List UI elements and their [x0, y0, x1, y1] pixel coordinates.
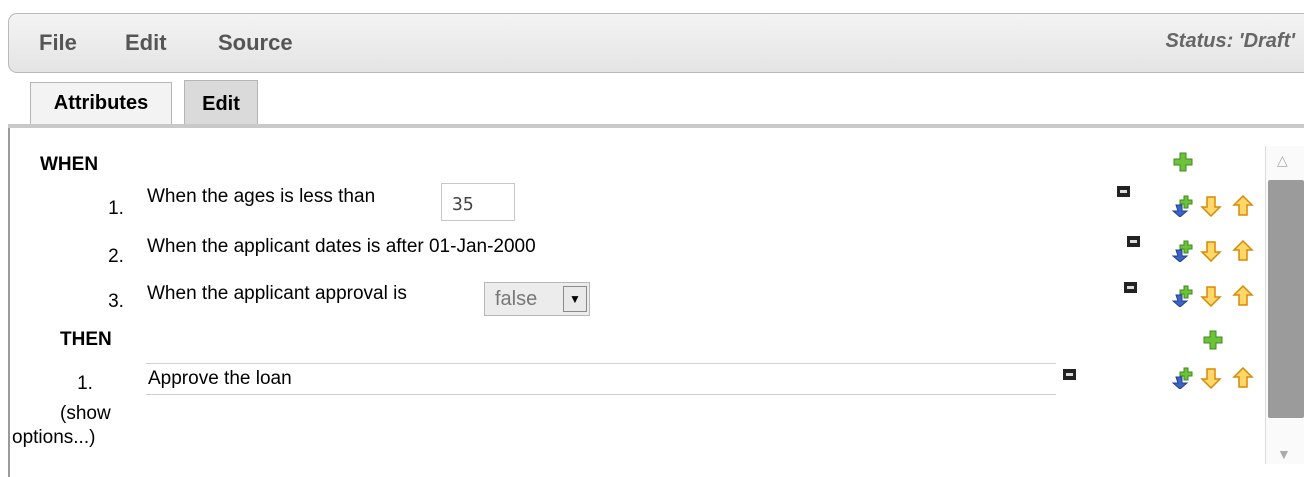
status-label: Status: 'Draft'	[1165, 30, 1295, 52]
remove-icon[interactable]	[1124, 282, 1137, 293]
insert-row-icon[interactable]	[1172, 367, 1194, 389]
content-left-border	[8, 128, 10, 477]
insert-row-icon[interactable]	[1172, 195, 1194, 217]
arrow-down-icon[interactable]	[1200, 195, 1222, 217]
arrow-up-icon[interactable]	[1232, 285, 1254, 307]
tab-attributes[interactable]: Attributes	[30, 82, 172, 126]
arrow-up-icon[interactable]	[1232, 240, 1254, 262]
add-plus-icon[interactable]	[1202, 329, 1224, 351]
remove-icon[interactable]	[1127, 236, 1140, 247]
arrow-down-icon[interactable]	[1200, 367, 1222, 389]
insert-row-icon[interactable]	[1172, 240, 1194, 262]
menu-edit[interactable]: Edit	[125, 30, 167, 56]
then-label: THEN	[60, 329, 112, 350]
approval-select[interactable]: false ▼	[484, 282, 590, 316]
tab-edit[interactable]: Edit	[184, 80, 258, 128]
scroll-down-icon[interactable]: ▼	[1277, 446, 1291, 462]
action-text-1[interactable]: Approve the loan	[148, 368, 292, 390]
tab-divider	[8, 124, 1304, 128]
condition-text-2: When the applicant dates is after 01-Jan…	[147, 236, 536, 257]
show-options-link-line1[interactable]: (show	[60, 403, 111, 425]
scrollbar-thumb[interactable]	[1268, 180, 1304, 418]
action-number-1: 1.	[77, 373, 93, 394]
condition-number-3: 3.	[108, 291, 124, 312]
condition-number-2: 2.	[108, 246, 124, 267]
age-value-input[interactable]: 35	[441, 183, 515, 221]
action-row-1: Approve the loan	[146, 363, 1056, 395]
arrow-down-icon[interactable]	[1200, 285, 1222, 307]
add-plus-icon[interactable]	[1172, 151, 1194, 173]
menu-file[interactable]: File	[39, 30, 77, 56]
condition-text-1: When the ages is less than	[147, 186, 376, 207]
menu-bar: File Edit Source Status: 'Draft'	[8, 13, 1304, 73]
when-label: WHEN	[40, 154, 99, 175]
arrow-up-icon[interactable]	[1232, 195, 1254, 217]
scroll-up-icon[interactable]: △	[1277, 152, 1288, 169]
insert-row-icon[interactable]	[1172, 285, 1194, 307]
chevron-down-icon[interactable]: ▼	[563, 286, 587, 312]
remove-icon[interactable]	[1117, 186, 1130, 197]
approval-select-value: false	[495, 288, 538, 310]
show-options-link-line2[interactable]: options...)	[12, 427, 95, 449]
arrow-up-icon[interactable]	[1232, 367, 1254, 389]
arrow-down-icon[interactable]	[1200, 240, 1222, 262]
menu-source[interactable]: Source	[218, 30, 293, 56]
condition-number-1: 1.	[108, 198, 124, 219]
condition-text-3: When the applicant approval is	[147, 283, 407, 304]
remove-icon[interactable]	[1063, 369, 1076, 380]
